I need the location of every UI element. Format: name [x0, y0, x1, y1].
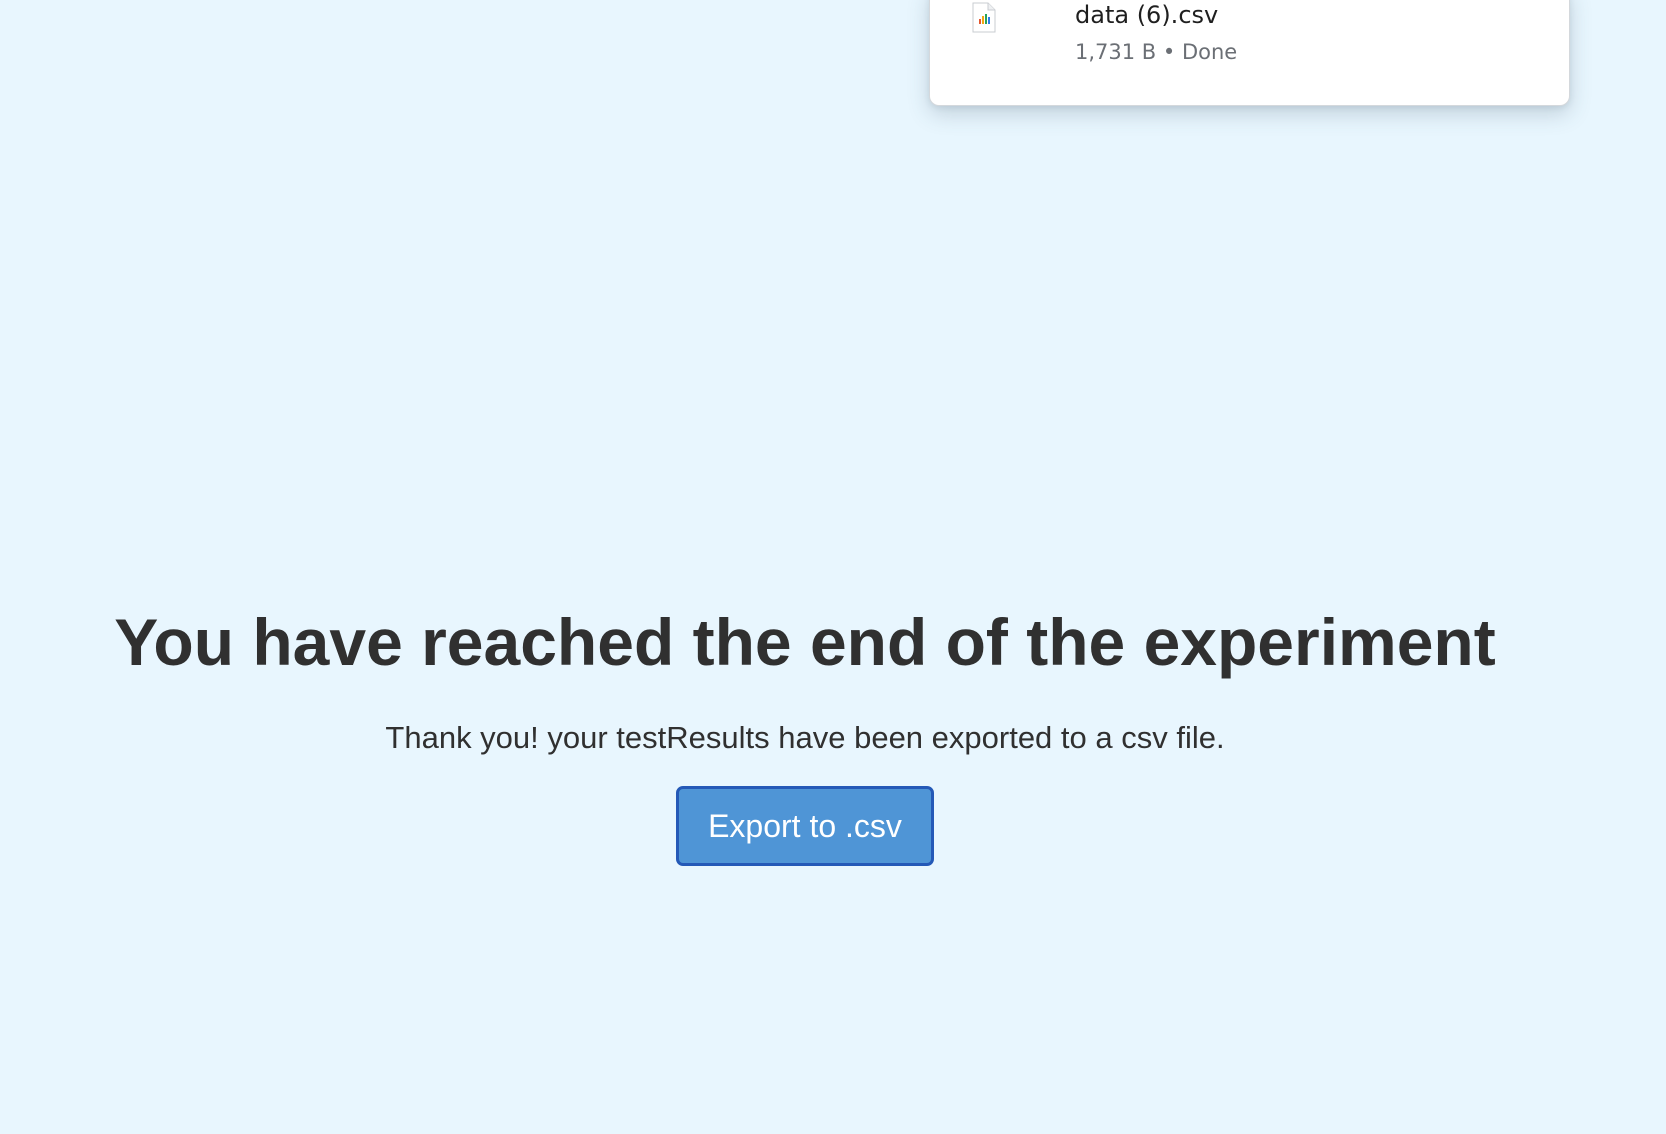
- csv-file-icon: [972, 2, 996, 33]
- thank-you-message: Thank you! your testResults have been ex…: [385, 720, 1225, 755]
- download-file-name: data (6).csv: [1075, 1, 1219, 29]
- downloads-popup: data (6).csv 1,731 B • Done: [929, 0, 1570, 106]
- download-item[interactable]: data (6).csv 1,731 B • Done: [972, 0, 1549, 70]
- main-content: You have reached the end of the experime…: [0, 0, 1610, 1134]
- download-status: 1,731 B • Done: [1075, 40, 1238, 64]
- page-title: You have reached the end of the experime…: [114, 605, 1496, 679]
- export-csv-button[interactable]: Export to .csv: [676, 786, 934, 866]
